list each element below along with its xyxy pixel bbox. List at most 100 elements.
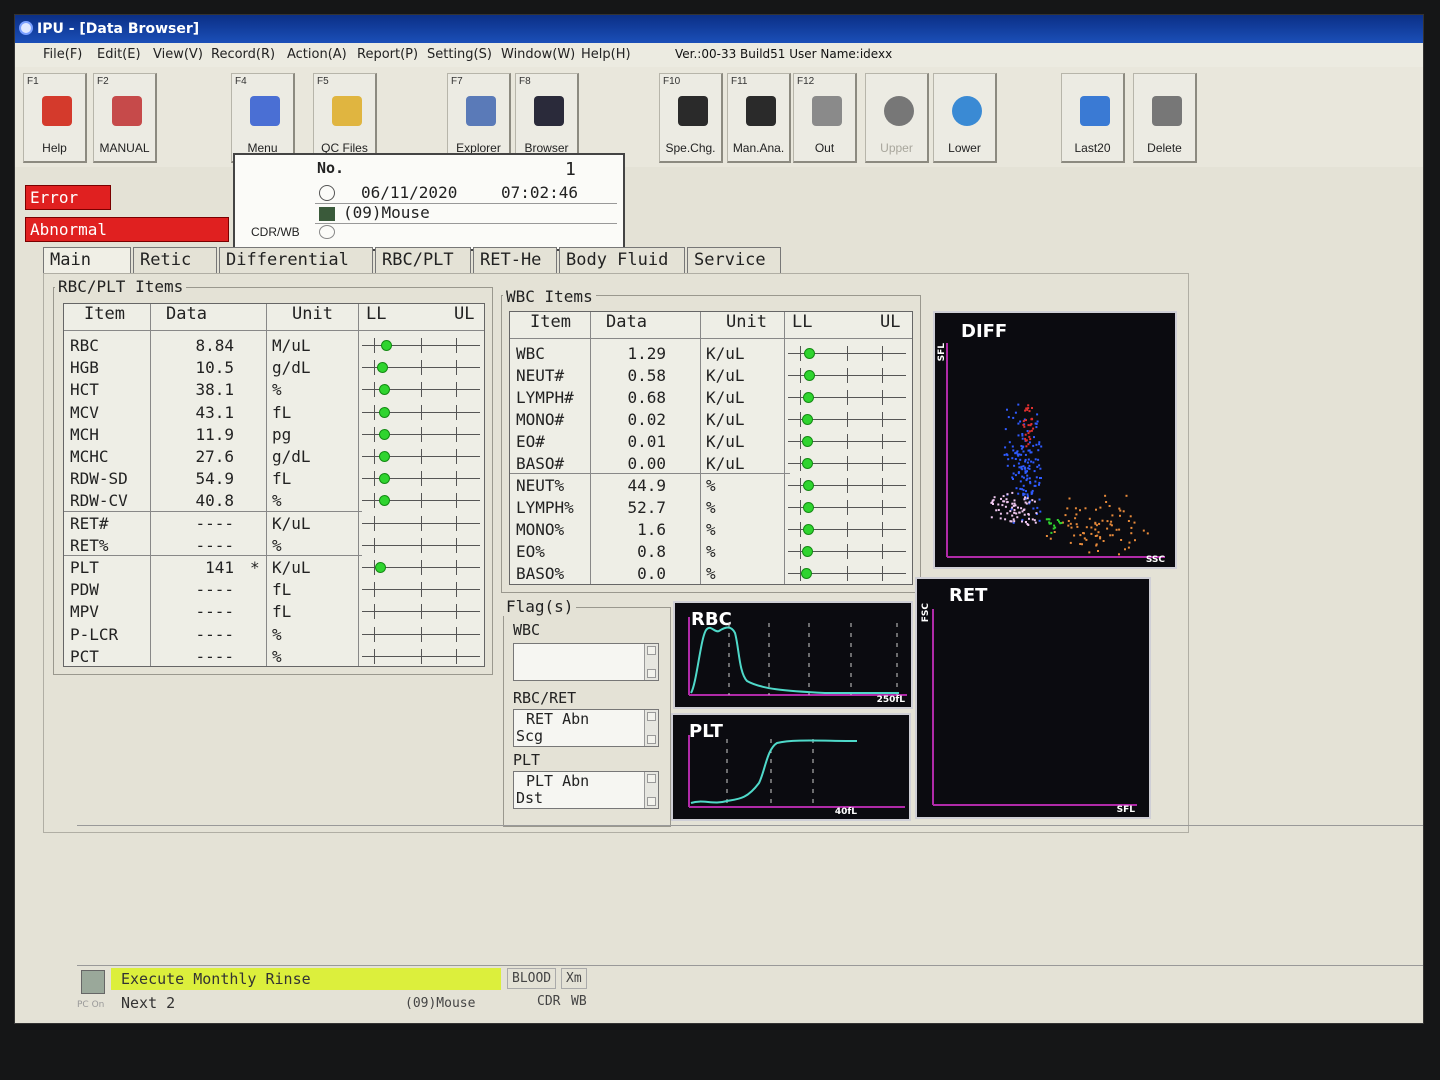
result-row-plt[interactable]: PLT 141 * K/uL xyxy=(64,556,484,578)
result-row-eo[interactable]: EO# 0.01 K/uL xyxy=(510,430,912,452)
menu-help[interactable]: Help(H) xyxy=(581,47,631,62)
ret-scattergram: RET FSC SFL xyxy=(915,577,1151,819)
tab-body-fluid[interactable]: Body Fluid xyxy=(559,247,685,273)
scatter-point xyxy=(1079,543,1082,545)
result-row-mch[interactable]: MCH 11.9 pg xyxy=(64,423,484,445)
result-unit: pg xyxy=(272,424,292,444)
scatter-point xyxy=(1024,496,1027,499)
range-gauge xyxy=(362,467,480,489)
flags-plt-list[interactable]: PLT Abn Dst xyxy=(513,771,659,809)
toolbar-button-menu[interactable]: F4 Menu xyxy=(231,73,295,163)
result-row-mono[interactable]: MONO# 0.02 K/uL xyxy=(510,408,912,430)
scatter-point xyxy=(1127,546,1130,549)
tab-ret-he[interactable]: RET-He xyxy=(473,247,557,273)
tab-differential[interactable]: Differential xyxy=(219,247,373,273)
menu-report[interactable]: Report(P) xyxy=(357,47,418,62)
result-row-eo[interactable]: EO% 0.8% xyxy=(510,540,912,562)
toolbar-button-qc-files[interactable]: F5 QC Files xyxy=(313,73,377,163)
menu-action[interactable]: Action(A) xyxy=(287,47,347,62)
sample-info-box: No. 1 06/11/2020 07:02:46 (09)Mouse CDR/… xyxy=(233,153,625,251)
range-gauge xyxy=(362,512,480,534)
scatter-point xyxy=(1108,505,1111,507)
error-status: Error xyxy=(25,185,111,210)
scatter-point xyxy=(1022,450,1025,453)
toolbar-button-lower[interactable]: Lower xyxy=(933,73,997,163)
flag-plt-item: PLT Abn xyxy=(526,772,590,790)
toolbar-button-spe-chg[interactable]: F10 Spe.Chg. xyxy=(659,73,723,163)
toolbar-button-out[interactable]: F12 Out xyxy=(793,73,857,163)
menu-edit[interactable]: Edit(E) xyxy=(97,47,141,62)
scatter-point xyxy=(1025,521,1027,523)
tab-service[interactable]: Service xyxy=(687,247,781,273)
browser-icon xyxy=(534,96,564,126)
flags-plt-scrollbar[interactable] xyxy=(644,772,658,808)
scatter-point xyxy=(1053,524,1056,527)
scatter-point xyxy=(1004,505,1007,508)
result-row-mono[interactable]: MONO% 1.6% xyxy=(510,518,912,540)
menu-setting[interactable]: Setting(S) xyxy=(427,47,492,62)
result-indicator-dot xyxy=(801,568,812,579)
result-row-mpv[interactable]: MPV ---- fL xyxy=(64,600,484,622)
toolbar-button-last20[interactable]: Last20 xyxy=(1061,73,1125,163)
tab-retic[interactable]: Retic xyxy=(133,247,217,273)
result-row-lymph[interactable]: LYMPH% 52.7% xyxy=(510,496,912,518)
result-value: 54.9 xyxy=(195,469,234,489)
scatter-point xyxy=(1012,518,1015,521)
toolbar-button-label: Last20 xyxy=(1074,141,1111,155)
result-row-pdw[interactable]: PDW ---- fL xyxy=(64,578,484,600)
toolbar-button-browser[interactable]: F8 Browser xyxy=(515,73,579,163)
toolbar-button-explorer[interactable]: F7 Explorer xyxy=(447,73,511,163)
result-row-ret[interactable]: RET# ---- K/uL xyxy=(64,512,484,534)
result-row-wbc[interactable]: WBC 1.29 K/uL xyxy=(510,342,912,364)
range-gauge xyxy=(788,518,906,540)
result-row-lymph[interactable]: LYMPH# 0.68 K/uL xyxy=(510,386,912,408)
menu-window[interactable]: Window(W) xyxy=(501,47,575,62)
result-row-rdw-sd[interactable]: RDW-SD 54.9 fL xyxy=(64,467,484,489)
ret-xlabel: SFL xyxy=(1116,805,1135,815)
menu-view[interactable]: View(V) xyxy=(153,47,203,62)
result-row-p-lcr[interactable]: P-LCR ----% xyxy=(64,623,484,645)
result-row-mcv[interactable]: MCV 43.1 fL xyxy=(64,401,484,423)
toolbar-button-manual[interactable]: F2 MANUAL xyxy=(93,73,157,163)
scatter-point xyxy=(1084,507,1087,510)
flags-wbc-list[interactable] xyxy=(513,643,659,681)
result-row-hct[interactable]: HCT 38.1% xyxy=(64,378,484,400)
result-row-rbc[interactable]: RBC 8.84 M/uL xyxy=(64,334,484,356)
result-row-baso[interactable]: BASO% 0.0% xyxy=(510,562,912,584)
menu-file[interactable]: File(F) xyxy=(43,47,82,62)
result-unit: K/uL xyxy=(272,513,311,533)
output-icon xyxy=(812,96,842,126)
result-row-neut[interactable]: NEUT# 0.58 K/uL xyxy=(510,364,912,386)
scatter-point xyxy=(1134,539,1136,542)
result-row-neut[interactable]: NEUT% 44.9% xyxy=(510,474,912,496)
toolbar-button-upper[interactable]: Upper xyxy=(865,73,929,163)
range-gauge xyxy=(362,578,480,600)
toolbar-button-man-ana[interactable]: F11 Man.Ana. xyxy=(727,73,791,163)
scatter-point xyxy=(1028,430,1031,433)
flags-rbc-scrollbar[interactable] xyxy=(644,710,658,746)
tab-rbc-plt[interactable]: RBC/PLT xyxy=(375,247,471,273)
result-value: 27.6 xyxy=(195,447,234,466)
toolbar-button-help[interactable]: F1 Help xyxy=(23,73,87,163)
scatter-point xyxy=(1009,520,1012,523)
scatter-point xyxy=(1019,487,1022,490)
result-row-mchc[interactable]: MCHC 27.6 g/dL xyxy=(64,445,484,467)
flags-rbc-list[interactable]: RET Abn Scg xyxy=(513,709,659,747)
scatter-point xyxy=(1027,467,1030,470)
result-row-hgb[interactable]: HGB 10.5 g/dL xyxy=(64,356,484,378)
toolbar-button-delete[interactable]: Delete xyxy=(1133,73,1197,163)
result-unit: fL xyxy=(272,402,292,422)
scatter-point xyxy=(1021,520,1023,523)
result-row-pct[interactable]: PCT ----% xyxy=(64,645,484,667)
result-row-baso[interactable]: BASO# 0.00 K/uL xyxy=(510,452,912,474)
toolbar-button-label: Help xyxy=(42,141,67,155)
result-row-ret[interactable]: RET% ----% xyxy=(64,534,484,556)
rinse-message[interactable]: Execute Monthly Rinse xyxy=(111,968,501,990)
result-row-rdw-cv[interactable]: RDW-CV 40.8% xyxy=(64,489,484,511)
pc-indicator: PC On xyxy=(77,1000,105,1010)
rbc-histogram-svg xyxy=(688,617,907,696)
status-species: (09)Mouse xyxy=(405,996,476,1011)
tab-main[interactable]: Main xyxy=(43,247,131,273)
menu-record[interactable]: Record(R) xyxy=(211,47,275,62)
flags-wbc-scrollbar[interactable] xyxy=(644,644,658,680)
